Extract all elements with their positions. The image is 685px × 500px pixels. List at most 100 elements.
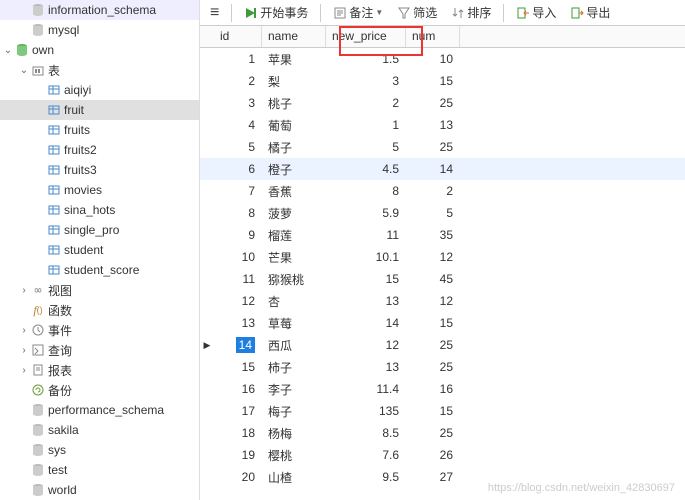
export-button[interactable]: 导出 xyxy=(564,2,616,23)
tree-item-aiqiyi[interactable]: aiqiyi xyxy=(0,80,199,100)
cell-name[interactable]: 杨梅 xyxy=(262,423,326,444)
cell-price[interactable]: 4.5 xyxy=(326,160,406,178)
column-header-price[interactable]: new_price xyxy=(326,26,406,47)
filter-button[interactable]: 筛选 xyxy=(391,2,443,23)
table-row[interactable]: 4葡萄113 xyxy=(200,114,685,136)
expander-icon[interactable]: ⌄ xyxy=(18,65,30,76)
cell-price[interactable]: 8 xyxy=(326,182,406,200)
tree-item-world[interactable]: world xyxy=(0,480,199,500)
tree-item-single_pro[interactable]: single_pro xyxy=(0,220,199,240)
import-button[interactable]: 导入 xyxy=(510,2,562,23)
cell-id[interactable]: 19 xyxy=(214,446,262,464)
tree-item-备份[interactable]: 备份 xyxy=(0,380,199,400)
cell-id[interactable]: 2 xyxy=(214,72,262,90)
table-row[interactable]: 14西瓜1225 xyxy=(200,334,685,356)
cell-num[interactable]: 10 xyxy=(406,50,460,68)
tree-item-sina_hots[interactable]: sina_hots xyxy=(0,200,199,220)
table-row[interactable]: 3桃子225 xyxy=(200,92,685,114)
cell-num[interactable]: 26 xyxy=(406,446,460,464)
tree-item-函数[interactable]: f()函数 xyxy=(0,300,199,320)
expander-icon[interactable]: ⌄ xyxy=(2,45,14,56)
tree-item-test[interactable]: test xyxy=(0,460,199,480)
tree-item-movies[interactable]: movies xyxy=(0,180,199,200)
cell-name[interactable]: 橙子 xyxy=(262,159,326,180)
table-row[interactable]: 7香蕉82 xyxy=(200,180,685,202)
data-grid[interactable]: id name new_price num 1苹果1.5102梨3153桃子22… xyxy=(200,26,685,500)
cell-id[interactable]: 15 xyxy=(214,358,262,376)
cell-price[interactable]: 13 xyxy=(326,292,406,310)
cell-name[interactable]: 菠萝 xyxy=(262,203,326,224)
sort-button[interactable]: 排序 xyxy=(445,2,497,23)
cell-num[interactable]: 25 xyxy=(406,336,460,354)
cell-name[interactable]: 香蕉 xyxy=(262,181,326,202)
cell-id[interactable]: 10 xyxy=(214,248,262,266)
cell-id[interactable]: 16 xyxy=(214,380,262,398)
tree-item-performance_schema[interactable]: performance_schema xyxy=(0,400,199,420)
cell-id[interactable]: 5 xyxy=(214,138,262,156)
cell-name[interactable]: 猕猴桃 xyxy=(262,269,326,290)
table-row[interactable]: 13草莓1415 xyxy=(200,312,685,334)
cell-num[interactable]: 25 xyxy=(406,138,460,156)
expander-icon[interactable]: › xyxy=(18,285,30,296)
cell-name[interactable]: 山楂 xyxy=(262,467,326,488)
cell-price[interactable]: 7.6 xyxy=(326,446,406,464)
cell-num[interactable]: 13 xyxy=(406,116,460,134)
tree-item-事件[interactable]: ›事件 xyxy=(0,320,199,340)
table-row[interactable]: 9榴莲1135 xyxy=(200,224,685,246)
cell-price[interactable]: 5.9 xyxy=(326,204,406,222)
cell-id[interactable]: 4 xyxy=(214,116,262,134)
table-row[interactable]: 8菠萝5.95 xyxy=(200,202,685,224)
cell-num[interactable]: 45 xyxy=(406,270,460,288)
tree-item-fruit[interactable]: fruit xyxy=(0,100,199,120)
cell-name[interactable]: 樱桃 xyxy=(262,445,326,466)
cell-num[interactable]: 35 xyxy=(406,226,460,244)
cell-id[interactable]: 9 xyxy=(214,226,262,244)
cell-name[interactable]: 桃子 xyxy=(262,93,326,114)
table-row[interactable]: 18杨梅8.525 xyxy=(200,422,685,444)
cell-name[interactable]: 杏 xyxy=(262,291,326,312)
table-row[interactable]: 19樱桃7.626 xyxy=(200,444,685,466)
table-row[interactable]: 16李子11.416 xyxy=(200,378,685,400)
memo-button[interactable]: 备注 ▼ xyxy=(327,2,389,23)
cell-price[interactable]: 9.5 xyxy=(326,468,406,486)
cell-price[interactable]: 2 xyxy=(326,94,406,112)
cell-num[interactable]: 14 xyxy=(406,160,460,178)
cell-price[interactable]: 11 xyxy=(326,226,406,244)
cell-num[interactable]: 15 xyxy=(406,72,460,90)
table-row[interactable]: 17梅子13515 xyxy=(200,400,685,422)
tree-item-fruits3[interactable]: fruits3 xyxy=(0,160,199,180)
cell-name[interactable]: 西瓜 xyxy=(262,335,326,356)
tree-item-own[interactable]: ⌄own xyxy=(0,40,199,60)
tree-item-表[interactable]: ⌄表 xyxy=(0,60,199,80)
expander-icon[interactable]: › xyxy=(18,325,30,336)
cell-price[interactable]: 15 xyxy=(326,270,406,288)
cell-name[interactable]: 橘子 xyxy=(262,137,326,158)
cell-price[interactable]: 135 xyxy=(326,402,406,420)
cell-num[interactable]: 16 xyxy=(406,380,460,398)
cell-name[interactable]: 梅子 xyxy=(262,401,326,422)
cell-num[interactable]: 25 xyxy=(406,424,460,442)
cell-price[interactable]: 14 xyxy=(326,314,406,332)
cell-price[interactable]: 1.5 xyxy=(326,50,406,68)
cell-price[interactable]: 3 xyxy=(326,72,406,90)
table-row[interactable]: 15柿子1325 xyxy=(200,356,685,378)
column-header-id[interactable]: id xyxy=(214,26,262,47)
cell-name[interactable]: 榴莲 xyxy=(262,225,326,246)
cell-name[interactable]: 草莓 xyxy=(262,313,326,334)
tree-item-student_score[interactable]: student_score xyxy=(0,260,199,280)
cell-num[interactable]: 15 xyxy=(406,314,460,332)
table-row[interactable]: 12杏1312 xyxy=(200,290,685,312)
cell-price[interactable]: 8.5 xyxy=(326,424,406,442)
cell-id[interactable]: 3 xyxy=(214,94,262,112)
table-row[interactable]: 1苹果1.510 xyxy=(200,48,685,70)
cell-price[interactable]: 11.4 xyxy=(326,380,406,398)
cell-id[interactable]: 12 xyxy=(214,292,262,310)
cell-num[interactable]: 5 xyxy=(406,204,460,222)
cell-id[interactable]: 13 xyxy=(214,314,262,332)
cell-num[interactable]: 25 xyxy=(406,94,460,112)
table-row[interactable]: 6橙子4.514 xyxy=(200,158,685,180)
cell-id[interactable]: 18 xyxy=(214,424,262,442)
cell-num[interactable]: 12 xyxy=(406,292,460,310)
cell-id[interactable]: 7 xyxy=(214,182,262,200)
tree-item-视图[interactable]: ›∞视图 xyxy=(0,280,199,300)
